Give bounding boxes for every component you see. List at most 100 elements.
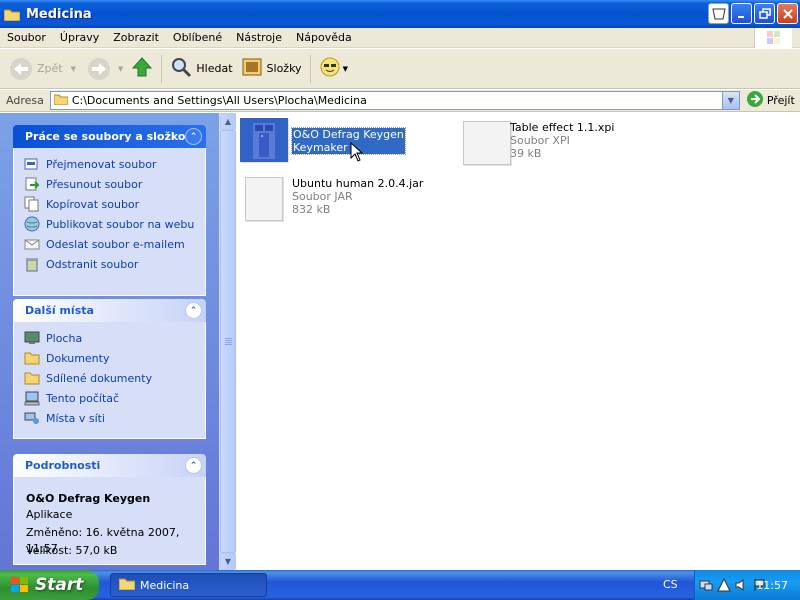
tasks-panel: Práce se soubory a složkou ⌃ Přejmenovat… [13,125,206,296]
details-panel-header[interactable]: Podrobnosti ⌃ [13,454,206,477]
left-pane-scrollbar[interactable]: ▲ ▼ [219,113,236,570]
menu-bar: Soubor Úpravy Zobrazit Oblíbené Nástroje… [0,28,800,48]
file-type: Soubor JAR [292,190,353,203]
place-documents[interactable]: Dokumenty [24,348,205,368]
collapse-icon[interactable]: ⌃ [185,128,202,145]
minimize-button[interactable] [731,3,752,24]
chevron-down-icon: ▼ [342,64,348,73]
collapse-icon[interactable]: ⌃ [185,302,202,319]
toolbar-divider [309,54,311,83]
scroll-up-button[interactable]: ▲ [220,113,236,130]
maximize-button[interactable] [754,3,775,24]
move-icon [24,176,40,192]
file-size: 39 kB [510,147,542,160]
up-arrow-icon [131,56,153,81]
file-item-table-effect[interactable]: Table effect 1.1.xpi Soubor XPI 39 kB [463,121,614,165]
folder-icon [24,370,40,386]
toolbar-divider [161,54,163,83]
desktop-icon [24,330,40,346]
mouse-cursor-icon [350,141,364,162]
globe-icon [24,216,40,232]
task-move-file[interactable]: Přesunout soubor [24,174,205,194]
taskbar-window-medicina[interactable]: Medicina [110,573,267,597]
place-desktop[interactable]: Plocha [24,328,205,348]
file-item-keygen[interactable]: O&O Defrag Keygen Keymaker [240,118,406,162]
search-icon [170,56,192,81]
go-button[interactable]: Přejít [746,90,795,111]
file-name: Table effect 1.1.xpi [510,121,615,134]
file-name: O&O Defrag Keygen Keymaker [291,127,406,155]
place-shared-documents[interactable]: Sdílené dokumenty [24,368,205,388]
file-type: Soubor XPI [510,134,570,147]
file-list: O&O Defrag Keygen Keymaker Table effect 1… [237,113,800,570]
scroll-down-button[interactable]: ▼ [220,553,236,570]
up-button[interactable] [127,53,157,85]
windows-logo-icon [754,28,792,48]
warning-tray-icon[interactable] [717,577,731,592]
task-email-file[interactable]: Odeslat soubor e-mailem [24,234,205,254]
file-item-ubuntu-human[interactable]: Ubuntu human 2.0.4.jar Soubor JAR 832 kB [245,177,423,221]
network-tray-icon[interactable] [699,578,713,592]
search-button[interactable]: Hledat [166,53,236,85]
window-title: Medicina [26,6,92,22]
email-icon [24,236,40,252]
language-indicator[interactable]: CS [663,578,678,591]
menu-edit[interactable]: Úpravy [53,31,106,44]
place-my-computer[interactable]: Tento počítač [24,388,205,408]
places-panel: Další místa ⌃ Plocha Dokumenty Sdílené d… [13,299,206,439]
task-delete-file[interactable]: Odstranit soubor [24,254,205,274]
task-copy-file[interactable]: Kopírovat soubor [24,194,205,214]
windows-flag-icon [10,576,30,594]
folders-icon [241,56,263,81]
collapse-icon[interactable]: ⌃ [185,457,202,474]
places-panel-header[interactable]: Další místa ⌃ [13,299,206,322]
clock[interactable]: 11:57 [756,579,788,592]
back-arrow-icon [10,57,32,80]
address-bar: Adresa C:\Documents and Settings\All Use… [0,90,800,112]
address-input[interactable]: C:\Documents and Settings\All Users\Ploc… [49,91,740,110]
forward-button[interactable]: ▼ [84,53,127,85]
toolbar: Zpět ▼ ▼ Hledat Složky ▼ [0,49,800,89]
task-publish-web[interactable]: Publikovat soubor na webu [24,214,205,234]
smiley-views-icon [319,56,343,81]
menu-tools[interactable]: Nástroje [229,31,289,44]
address-dropdown-button[interactable]: ▼ [721,92,739,109]
file-size: 832 kB [292,203,331,216]
close-button[interactable] [777,3,798,24]
menu-view[interactable]: Zobrazit [106,31,166,44]
folder-icon [3,8,21,21]
task-pane: Práce se soubory a složkou ⌃ Přejmenovat… [0,113,219,570]
place-network[interactable]: Místa v síti [24,408,205,428]
chevron-down-icon: ▼ [118,64,124,73]
views-button[interactable]: ▼ [315,53,352,85]
details-panel: Podrobnosti ⌃ O&O Defrag Keygen Aplikace… [13,454,206,565]
generic-file-icon [245,177,283,221]
back-button[interactable]: Zpět ▼ [6,53,80,85]
task-rename-file[interactable]: Přejmenovat soubor [24,154,205,174]
menu-help[interactable]: Nápověda [289,31,359,44]
file-name: Ubuntu human 2.0.4.jar [292,177,424,190]
folders-button[interactable]: Složky [237,53,306,85]
details-type: Aplikace [26,508,73,521]
menu-file[interactable]: Soubor [0,31,53,44]
folder-icon [118,577,136,593]
menu-favorites[interactable]: Oblíbené [166,31,229,44]
forward-arrow-icon [88,57,110,80]
network-icon [24,410,40,426]
volume-tray-icon[interactable] [735,578,749,592]
address-path: C:\Documents and Settings\All Users\Ploc… [71,94,367,107]
taskbar: Start Medicina CS 11:57 [0,570,800,600]
title-bar[interactable]: Medicina [0,0,800,28]
start-button[interactable]: Start [0,570,99,600]
computer-icon [24,390,40,406]
folder-icon [53,93,69,108]
chevron-down-icon: ▼ [70,64,76,73]
details-name: O&O Defrag Keygen [26,492,151,505]
application-icon [240,118,288,162]
scroll-thumb[interactable] [220,130,236,553]
details-modified: Změněno: 16. května 2007, 11:57 [26,526,180,555]
tasks-panel-header[interactable]: Práce se soubory a složkou ⌃ [13,125,206,148]
rename-icon [24,156,40,172]
help-icon[interactable] [708,3,729,24]
go-arrow-icon [746,90,764,111]
